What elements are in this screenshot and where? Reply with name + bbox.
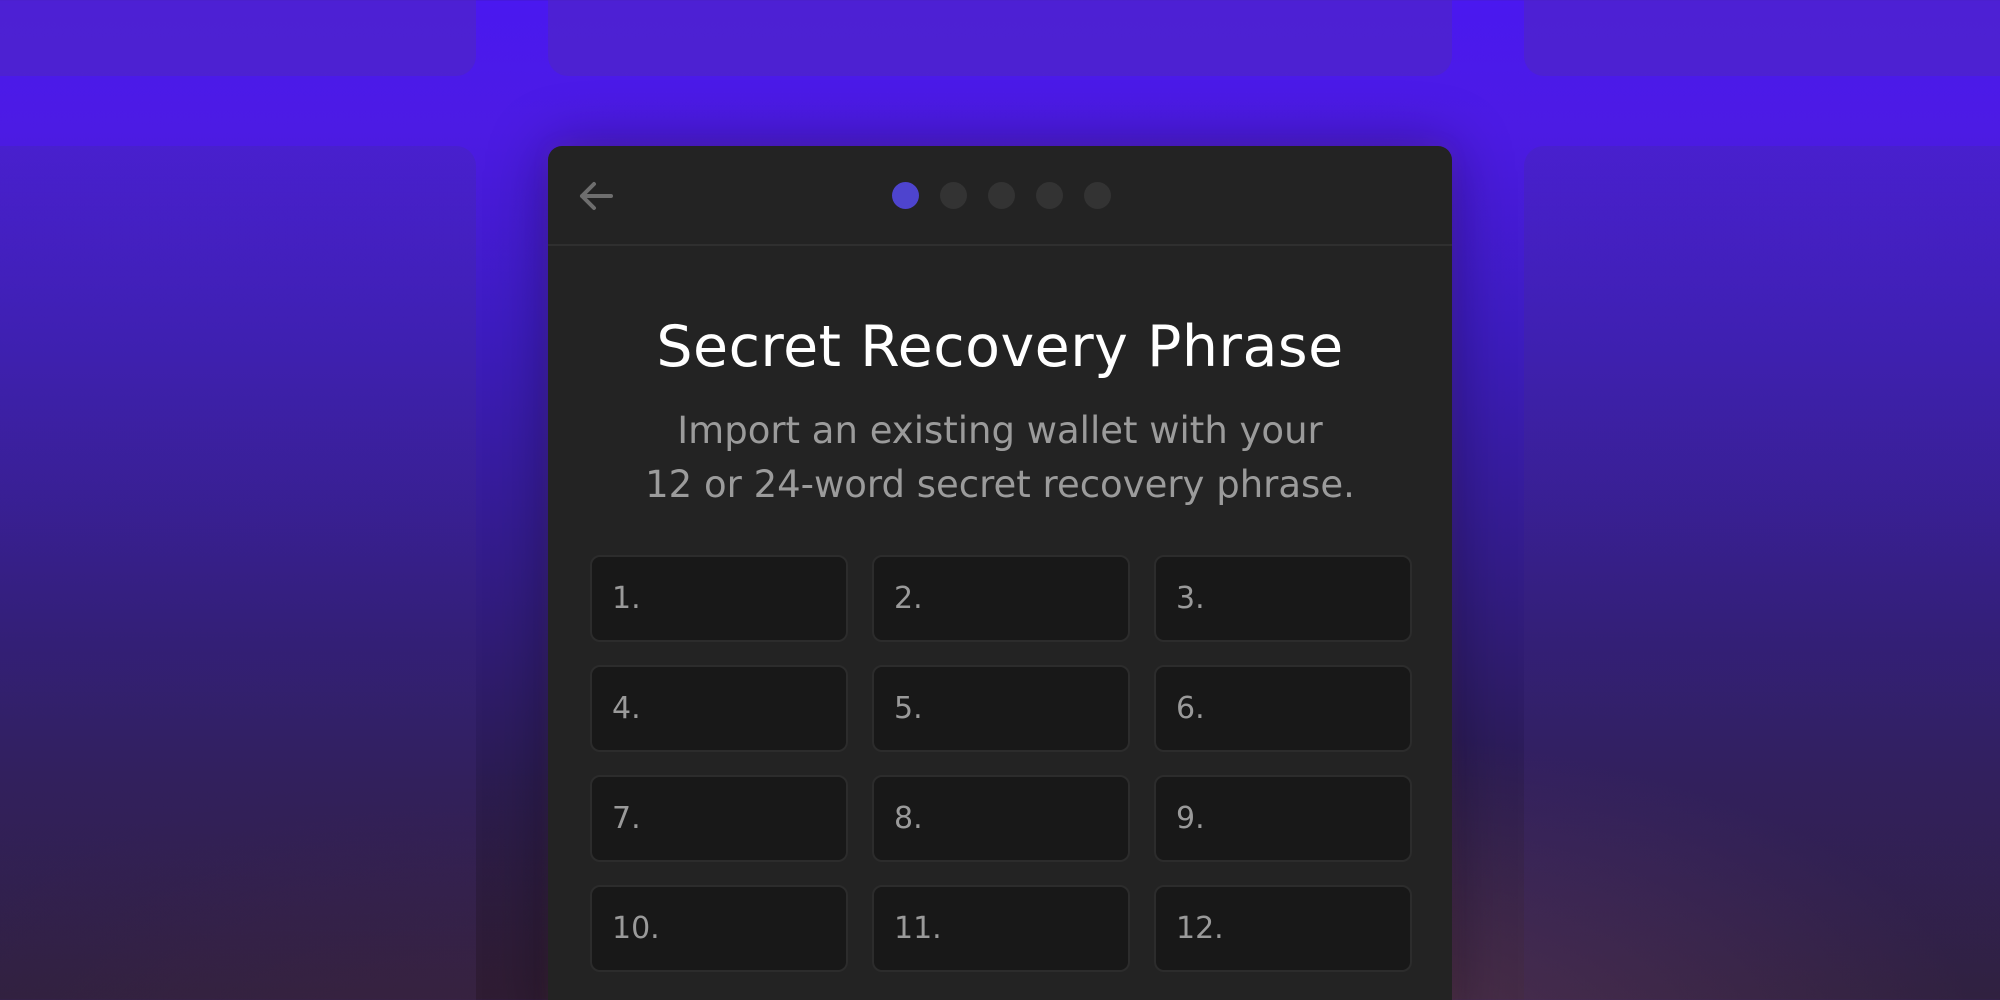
back-button[interactable] [576, 176, 616, 216]
panel-header [548, 146, 1452, 246]
word-index-label: 7. [612, 801, 641, 836]
recovery-word-field-3[interactable]: 3. [1154, 555, 1412, 642]
page-title: Secret Recovery Phrase [656, 314, 1344, 380]
word-index-label: 11. [894, 911, 942, 946]
word-index-label: 8. [894, 801, 923, 836]
step-dot [1084, 182, 1111, 209]
recovery-word-field-2[interactable]: 2. [872, 555, 1130, 642]
recovery-word-field-1[interactable]: 1. [590, 555, 848, 642]
word-index-label: 9. [1176, 801, 1205, 836]
background-card [0, 146, 476, 1000]
page-subtitle: Import an existing wallet with your 12 o… [548, 404, 1452, 512]
subtitle-line-2: 12 or 24-word secret recovery phrase. [645, 463, 1355, 506]
step-dot [940, 182, 967, 209]
background-card [548, 0, 1452, 76]
arrow-left-icon [580, 182, 613, 210]
recovery-word-field-4[interactable]: 4. [590, 665, 848, 752]
recovery-word-field-11[interactable]: 11. [872, 885, 1130, 972]
recovery-word-field-9[interactable]: 9. [1154, 775, 1412, 862]
subtitle-line-1: Import an existing wallet with your [677, 409, 1323, 452]
import-wallet-panel: Secret Recovery Phrase Import an existin… [548, 146, 1452, 1000]
recovery-word-field-8[interactable]: 8. [872, 775, 1130, 862]
word-index-label: 10. [612, 911, 660, 946]
background-card [0, 0, 476, 76]
word-index-label: 12. [1176, 911, 1224, 946]
recovery-word-field-12[interactable]: 12. [1154, 885, 1412, 972]
recovery-word-field-6[interactable]: 6. [1154, 665, 1412, 752]
background-card [1524, 146, 2000, 1000]
word-index-label: 6. [1176, 691, 1205, 726]
word-index-label: 4. [612, 691, 641, 726]
recovery-word-field-5[interactable]: 5. [872, 665, 1130, 752]
word-index-label: 3. [1176, 581, 1205, 616]
word-index-label: 1. [612, 581, 641, 616]
step-dot-active [892, 182, 919, 209]
background-card [1524, 0, 2000, 76]
recovery-word-field-7[interactable]: 7. [590, 775, 848, 862]
word-index-label: 5. [894, 691, 923, 726]
step-dot [1036, 182, 1063, 209]
word-index-label: 2. [894, 581, 923, 616]
recovery-phrase-grid: 1. 2. 3. 4. 5. 6. 7. 8. 9. 10. 11. 12. [590, 555, 1412, 972]
recovery-word-field-10[interactable]: 10. [590, 885, 848, 972]
step-dot [988, 182, 1015, 209]
onboarding-step-indicator [892, 182, 1111, 209]
